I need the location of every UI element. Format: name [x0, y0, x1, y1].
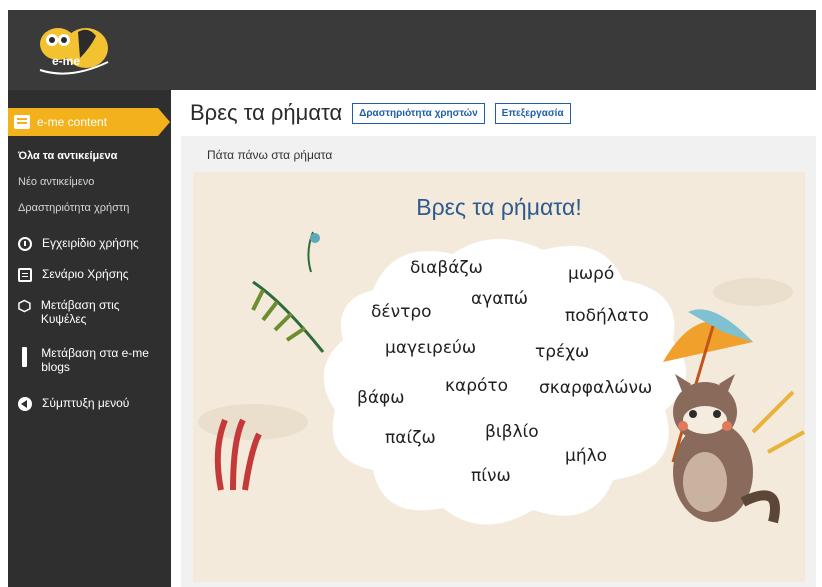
word-option[interactable]: αγαπώ — [471, 289, 528, 309]
hexagon-icon — [18, 299, 31, 313]
sidebar-item-user-manual[interactable]: Εγχειρίδιο χρήσης — [18, 236, 139, 251]
word-option[interactable]: δέντρο — [371, 302, 432, 322]
sidebar-item-blogs[interactable]: Μετάβαση στα e-me blogs — [18, 346, 163, 374]
word-option[interactable]: βάφω — [357, 388, 405, 408]
word-option[interactable]: καρότο — [445, 376, 508, 396]
page-title: Βρες τα ρήματα — [190, 100, 343, 125]
sidebar-item-label: Μετάβαση στα e-me blogs — [41, 346, 149, 374]
raccoon-with-umbrella — [663, 309, 780, 524]
word-option[interactable]: μήλο — [565, 446, 607, 466]
page-header: Βρες τα ρήματα Δραστηριότητα χρηστών Επε… — [190, 100, 571, 126]
sidebar-item-label: Εγχειρίδιο χρήσης — [42, 236, 139, 250]
word-option[interactable]: μωρό — [568, 264, 614, 284]
sidebar-item-label: Σύμπτυξη μενού — [42, 396, 130, 410]
game-canvas: Βρες τα ρήματα! διαβάζω μωρό αγαπώ δέντρ… — [193, 172, 805, 582]
word-option[interactable]: ποδήλατο — [565, 306, 649, 326]
pen-icon — [22, 347, 28, 367]
edit-button[interactable]: Επεξεργασία — [494, 102, 571, 124]
sidebar-item-hives[interactable]: Μετάβαση στις Κυψέλες — [18, 298, 158, 326]
sidebar-item-collapse-menu[interactable]: Σύμπτυξη μενού — [18, 396, 129, 411]
document-icon — [18, 268, 32, 282]
logo-text: e-me — [52, 54, 81, 68]
sidebar-subitem-user-activity[interactable]: Δραστηριότητα χρήστη — [18, 202, 129, 214]
sidebar-item-label: Μετάβαση στις Κυψέλες — [40, 298, 120, 326]
word-option[interactable]: παίζω — [385, 428, 436, 448]
info-icon — [18, 237, 32, 251]
word-option[interactable]: μαγειρεύω — [385, 338, 476, 358]
top-bar: e-me — [8, 10, 816, 90]
sidebar-subitem-new-object[interactable]: Νέο αντικείμενο — [18, 176, 94, 188]
sidebar-item-e-me-content[interactable]: e-me content — [8, 108, 170, 136]
collapse-icon — [18, 397, 32, 411]
sidebar: e-me content Όλα τα αντικείμενα Νέο αντι… — [8, 90, 171, 587]
word-option[interactable]: πίνω — [471, 466, 511, 486]
game-title: Βρες τα ρήματα! — [416, 194, 582, 220]
sidebar-item-usage-scenario[interactable]: Σενάριο Χρήσης — [18, 267, 129, 282]
sidebar-item-label: Σενάριο Χρήσης — [42, 267, 129, 281]
sidebar-subitem-all-objects[interactable]: Όλα τα αντικείμενα — [18, 150, 117, 162]
word-option[interactable]: βιβλίο — [485, 422, 539, 442]
e-me-logo[interactable] — [30, 18, 130, 84]
word-option[interactable]: διαβάζω — [410, 258, 483, 278]
word-option[interactable]: σκαρφαλώνω — [539, 378, 652, 398]
word-option[interactable]: τρέχω — [535, 342, 589, 362]
sidebar-item-label: e-me content — [37, 115, 108, 129]
content-list-icon — [14, 115, 30, 129]
user-activity-button[interactable]: Δραστηριότητα χρηστών — [352, 102, 485, 124]
instruction-text: Πάτα πάνω στα ρήματα — [207, 148, 333, 162]
